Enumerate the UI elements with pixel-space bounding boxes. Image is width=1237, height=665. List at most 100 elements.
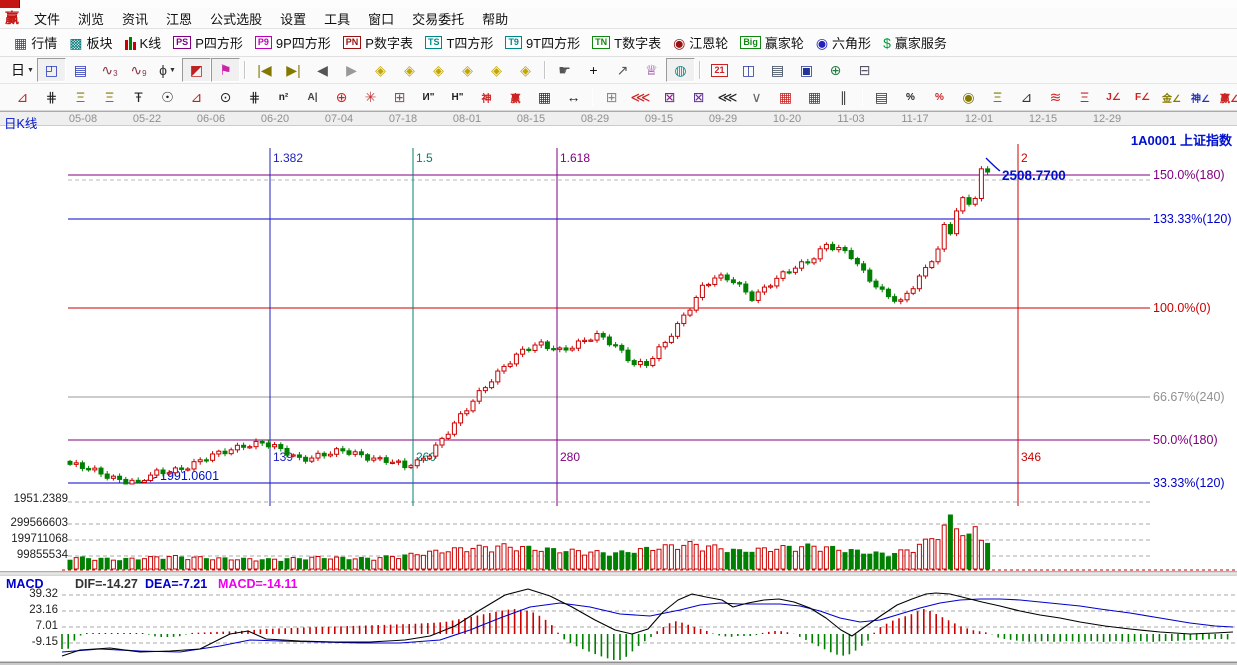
- gold-comb-tool[interactable]: Ξ: [66, 85, 95, 109]
- first-page-button[interactable]: |◀: [250, 58, 279, 82]
- gann-tool-button[interactable]: ♕: [637, 58, 666, 82]
- menu-item-news[interactable]: 资讯: [113, 8, 157, 29]
- bar-width-tool[interactable]: ↔: [559, 85, 588, 109]
- report-button[interactable]: ▤: [763, 58, 792, 82]
- percent-tool[interactable]: %: [896, 85, 925, 109]
- hand-tool-button[interactable]: ☛: [550, 58, 579, 82]
- diag-box-tool[interactable]: ⊠: [684, 85, 713, 109]
- a-divider-tool[interactable]: A|: [298, 85, 327, 109]
- menu-item-window[interactable]: 窗口: [359, 8, 403, 29]
- percent-line-tool[interactable]: %: [925, 85, 954, 109]
- trumpet-tool[interactable]: ⊿: [8, 85, 37, 109]
- menu-item-formula-stock-pick[interactable]: 公式选股: [201, 8, 271, 29]
- price-grid-tool[interactable]: ▦: [530, 85, 559, 109]
- menu-item-trade-order[interactable]: 交易委托: [403, 8, 473, 29]
- compress-9-button[interactable]: ∿9: [124, 58, 153, 82]
- star-grid-tool[interactable]: ✳: [356, 85, 385, 109]
- menu-item-gann[interactable]: 江恩: [157, 8, 201, 29]
- k-quote-tool[interactable]: И": [414, 85, 443, 109]
- ying-marker-tool[interactable]: 赢: [501, 85, 530, 109]
- wave-tool-button[interactable]: ◍: [666, 58, 695, 82]
- next-bar-button[interactable]: ▶: [337, 58, 366, 82]
- gold-bars-tool[interactable]: Ξ: [983, 85, 1012, 109]
- crosshair-tool-button[interactable]: +: [579, 58, 608, 82]
- expand-h-button[interactable]: ◈: [482, 58, 511, 82]
- chart-window-button[interactable]: ◰: [37, 58, 66, 82]
- zoom-out-button[interactable]: ◈: [453, 58, 482, 82]
- date-axis[interactable]: 05-0805-2206-0606-2007-0407-1808-0108-15…: [0, 111, 1237, 126]
- circle-cross-tool[interactable]: ⊕: [327, 85, 356, 109]
- cycle-dial-icon: ⊙: [220, 89, 232, 106]
- date-tick: 08-15: [517, 113, 545, 125]
- angle-ying-tool[interactable]: 赢∠: [1215, 85, 1237, 109]
- feature-button-t-square[interactable]: TST四方形: [419, 30, 499, 55]
- calculator-button[interactable]: ◫: [734, 58, 763, 82]
- grid-star-tool[interactable]: ⊞: [385, 85, 414, 109]
- gold-comb-alt-tool[interactable]: Ξ: [95, 85, 124, 109]
- expand-v-button[interactable]: ◈: [511, 58, 540, 82]
- angle-f-tool[interactable]: F∠: [1128, 85, 1157, 109]
- save-button[interactable]: ▣: [792, 58, 821, 82]
- ratio-table-tool[interactable]: ▤: [867, 85, 896, 109]
- feature-button-gann-wheel[interactable]: ◉江恩轮: [667, 30, 734, 55]
- pane-splitter[interactable]: [0, 571, 1237, 576]
- feature-button-sectors[interactable]: ▩板块: [63, 30, 118, 55]
- parallel-lines-tool[interactable]: ∥: [829, 85, 858, 109]
- feature-button-p-square[interactable]: PSP四方形: [167, 30, 249, 55]
- shen-marker-tool[interactable]: 神: [472, 85, 501, 109]
- web-button[interactable]: ⊕: [821, 58, 850, 82]
- prev-bar-button[interactable]: ◀: [308, 58, 337, 82]
- gann-shape-button[interactable]: ◩: [182, 58, 211, 82]
- pen-mark-tool[interactable]: ⊿: [1012, 85, 1041, 109]
- shift-right-button[interactable]: ◈: [395, 58, 424, 82]
- menu-item-help[interactable]: 帮助: [473, 8, 517, 29]
- feature-button-9p-square[interactable]: P99P四方形: [249, 30, 337, 55]
- menu-item-file[interactable]: 文件: [25, 8, 69, 29]
- angle-gold-tool[interactable]: 金∠: [1157, 85, 1186, 109]
- last-page-button[interactable]: ▶|: [279, 58, 308, 82]
- candle-style-dropdown[interactable]: ϕ▼: [153, 58, 182, 82]
- feature-button-t-number-table[interactable]: TNT数字表: [586, 30, 667, 55]
- feature-button-9t-square[interactable]: T99T四方形: [499, 30, 586, 55]
- feature-button-winner-service[interactable]: $赢家服务: [877, 30, 953, 55]
- menu-item-tools[interactable]: 工具: [315, 8, 359, 29]
- box-ruler-tool[interactable]: ⊞: [597, 85, 626, 109]
- menu-item-browse[interactable]: 浏览: [69, 8, 113, 29]
- feature-button-p-number-table[interactable]: PNP数字表: [337, 30, 419, 55]
- trumpet-axis-tool[interactable]: ⊿: [182, 85, 211, 109]
- feature-button-quotes[interactable]: ▦行情: [8, 30, 63, 55]
- feature-button-hexagon[interactable]: ◉六角形: [810, 30, 877, 55]
- menu-item-settings[interactable]: 设置: [271, 8, 315, 29]
- comb-plain-tool[interactable]: ⋕: [240, 85, 269, 109]
- angle-shen-tool[interactable]: 神∠: [1186, 85, 1215, 109]
- comb-ruler-tool[interactable]: ⋕: [37, 85, 66, 109]
- zigzag-tool[interactable]: ∨: [742, 85, 771, 109]
- compress-3-button[interactable]: ∿3: [95, 58, 124, 82]
- speed-fan-tool[interactable]: ⋘: [626, 85, 655, 109]
- info-panel-button[interactable]: ▤: [66, 58, 95, 82]
- angle-j-tool[interactable]: J∠: [1099, 85, 1128, 109]
- f-comb-tool[interactable]: Ŧ: [124, 85, 153, 109]
- red-grid-tool[interactable]: ▦: [771, 85, 800, 109]
- wave-range-tool[interactable]: ≋: [1041, 85, 1070, 109]
- shift-left-button[interactable]: ◈: [366, 58, 395, 82]
- h-quote-tool[interactable]: Н": [443, 85, 472, 109]
- cycle-dial-tool[interactable]: ⊙: [211, 85, 240, 109]
- zoom-in-button[interactable]: ◈: [424, 58, 453, 82]
- feature-label: 江恩轮: [689, 33, 728, 52]
- n-squared-tool[interactable]: n²: [269, 85, 298, 109]
- spiral-dial-tool[interactable]: ☉: [153, 85, 182, 109]
- feature-button-winner-wheel[interactable]: Big赢家轮: [734, 30, 810, 55]
- feature-button-kline[interactable]: K线: [119, 30, 168, 55]
- gold-circle-tool[interactable]: ◉: [954, 85, 983, 109]
- arrow-grid-tool[interactable]: ▦: [800, 85, 829, 109]
- line-tool-button[interactable]: ↗: [608, 58, 637, 82]
- feature-toolbar: ▦行情▩板块K线PSP四方形P99P四方形PNP数字表TST四方形T99T四方形…: [0, 29, 1237, 57]
- flag-marker-button[interactable]: ⚑: [211, 58, 240, 82]
- period-day-dropdown[interactable]: 日▼: [8, 58, 37, 82]
- trend-fan-tool[interactable]: ⋘: [713, 85, 742, 109]
- gold-box-tool[interactable]: Ξ: [1070, 85, 1099, 109]
- print-button[interactable]: ⊟: [850, 58, 879, 82]
- fan-box-tool[interactable]: ⊠: [655, 85, 684, 109]
- calendar-button[interactable]: 21: [705, 58, 734, 82]
